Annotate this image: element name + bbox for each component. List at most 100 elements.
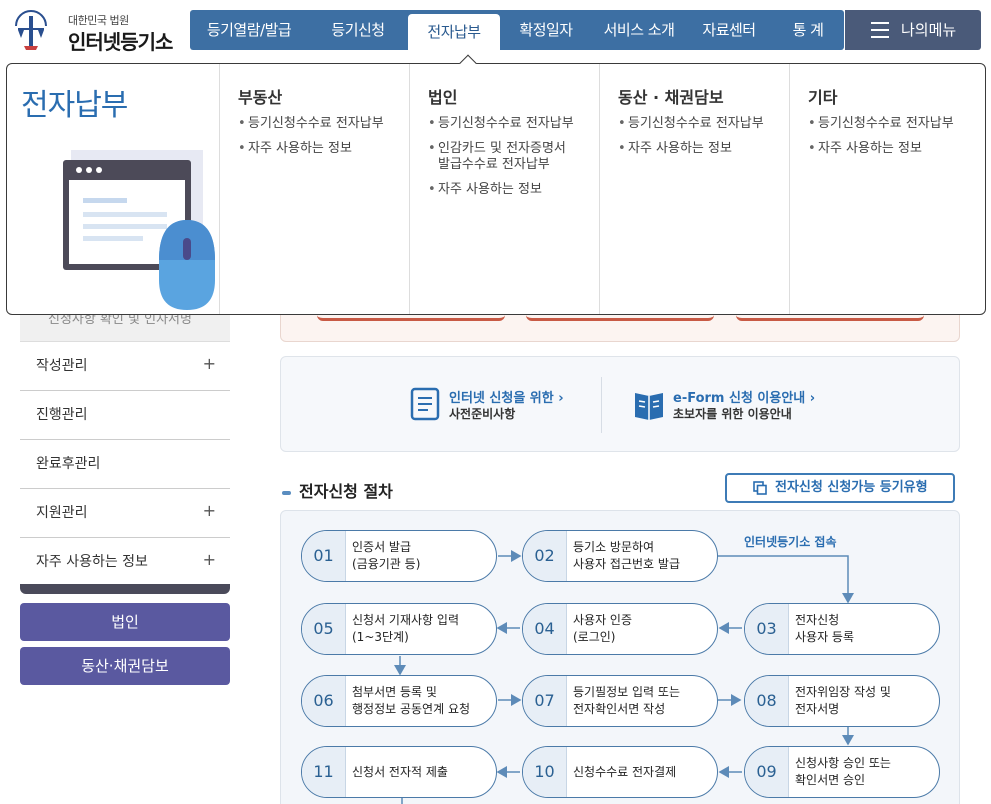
mega-col-heading: 부동산 [238, 88, 283, 107]
section-title: 전자신청 절차 [282, 478, 393, 502]
sidebar-item-label: 진행관리 [36, 407, 88, 423]
step-number: 05 [302, 604, 346, 654]
tab-button-underline[interactable] [526, 315, 714, 321]
registry-types-button[interactable]: 전자신청 신청가능 등기유형 [725, 473, 955, 503]
step-number: 04 [523, 604, 567, 654]
mega-col-movable-collateral: 동산 · 채권담보 등기신청수수료 전자납부 자주 사용하는 정보 [599, 64, 789, 314]
step-text: 사용자 인증 (로그인) [573, 613, 633, 644]
process-note: 인터넷등기소 접속 [744, 535, 837, 549]
plus-icon: + [202, 354, 216, 373]
browser-mouse-illustration [63, 150, 215, 310]
sidebar-item-label: 완료후관리 [36, 456, 101, 472]
mega-link[interactable]: 자주 사용하는 정보 [238, 141, 384, 157]
plus-icon: + [202, 550, 216, 569]
step-number: 10 [523, 747, 567, 797]
header: 대한민국 법원 인터넷등기소 등기열람/발급 등기신청 전자납부 확정일자 서비… [0, 0, 991, 60]
court-emblem-icon [15, 10, 47, 50]
hamburger-icon [871, 22, 889, 38]
process-step-01: 01 인증서 발급 (금융기관 등) [301, 530, 497, 582]
mega-link[interactable]: 등기신청수수료 전자납부 [428, 116, 574, 132]
step-number: 08 [745, 676, 789, 726]
mega-col-heading: 기타 [808, 88, 838, 107]
my-menu-label: 나의메뉴 [901, 21, 957, 39]
sidebar-section-footer [20, 584, 230, 594]
section-title-text: 전자신청 절차 [299, 482, 393, 501]
gnb-item-registry-apply[interactable]: 등기신청 [308, 10, 408, 50]
tab-button-underline[interactable] [317, 315, 505, 321]
global-nav: 등기열람/발급 등기신청 전자납부 확정일자 서비스 소개 자료센터 통 계 [190, 10, 844, 50]
step-number: 07 [523, 676, 567, 726]
prep-guide-title: 인터넷 신청을 위한 › [449, 391, 564, 406]
mega-menu: 전자납부 부동산 등기신청수수료 전자납부 자주 사용하는 정보 법인 [6, 54, 986, 315]
step-text: 인증서 발급 (금융기관 등) [352, 540, 421, 571]
process-step-08: 08 전자위임장 작성 및 전자서명 [744, 675, 940, 727]
sidebar-item-label: 자주 사용하는 정보 [36, 554, 148, 570]
step-text: 전자위임장 작성 및 전자서명 [795, 685, 891, 716]
mega-col-corporation: 법인 등기신청수수료 전자납부 인감카드 및 전자증명서 발급수수료 전자납부 … [409, 64, 599, 314]
mega-link[interactable]: 인감카드 및 전자증명서 발급수수료 전자납부 [428, 141, 574, 173]
gnb-item-confirmed-date[interactable]: 확정일자 [500, 10, 592, 50]
step-number: 03 [745, 604, 789, 654]
prep-guide-link[interactable]: 인터넷 신청을 위한 › 사전준비사항 [409, 385, 589, 425]
process-step-06: 06 첨부서면 등록 및 행정정보 공동연계 요청 [301, 675, 497, 727]
site-logo[interactable]: 대한민국 법원 인터넷등기소 [8, 4, 183, 56]
gnb-item-registry-view[interactable]: 등기열람/발급 [190, 10, 308, 50]
sidebar-item-after-completion[interactable]: 완료후관리 [20, 440, 230, 489]
sidebar-item-writing[interactable]: 작성관리 + [20, 342, 230, 391]
sidebar-button-corporation[interactable]: 법인 [20, 603, 230, 641]
copy-icon [753, 481, 767, 495]
mega-link[interactable]: 등기신청수수료 전자납부 [808, 116, 954, 132]
step-text: 신청서 전자적 제출 [352, 765, 448, 779]
process-step-11: 11 신청서 전자적 제출 [301, 746, 497, 798]
gnb-item-service-intro[interactable]: 서비스 소개 [592, 10, 686, 50]
sidebar-item-progress[interactable]: 진행관리 [20, 391, 230, 440]
sidebar-item-frequent-info[interactable]: 자주 사용하는 정보 + [20, 538, 230, 587]
divider [601, 377, 602, 433]
mega-link[interactable]: 자주 사용하는 정보 [808, 141, 954, 157]
mega-link[interactable]: 자주 사용하는 정보 [428, 182, 574, 198]
plus-icon: + [202, 501, 216, 520]
eform-guide-link[interactable]: e-Form 신청 이용안내 › 초보자를 위한 이용안내 [633, 385, 843, 425]
document-icon [410, 387, 440, 421]
mega-link[interactable]: 등기신청수수료 전자납부 [618, 116, 764, 132]
step-text: 전자신청 사용자 등록 [795, 613, 855, 644]
gnb-item-statistics[interactable]: 통 계 [772, 10, 844, 50]
process-step-03: 03 전자신청 사용자 등록 [744, 603, 940, 655]
mega-link[interactable]: 자주 사용하는 정보 [618, 141, 764, 157]
sidebar-item-label: 작성관리 [36, 358, 88, 374]
gnb-item-e-payment[interactable]: 전자납부 [408, 14, 500, 50]
sidebar-item-label: 지원관리 [36, 505, 88, 521]
step-number: 02 [523, 531, 567, 581]
mega-col-heading: 동산 · 채권담보 [618, 88, 724, 107]
registry-types-label: 전자신청 신청가능 등기유형 [775, 480, 928, 495]
gnb-item-resource-center[interactable]: 자료센터 [686, 10, 772, 50]
sidebar-button-movable-collateral[interactable]: 동산·채권담보 [20, 647, 230, 685]
eform-guide-subtitle: 초보자를 위한 이용안내 [673, 407, 792, 421]
step-text: 신청서 기재사항 입력 (1~3단계) [352, 613, 459, 644]
process-step-02: 02 등기소 방문하여 사용자 접근번호 발급 [522, 530, 718, 582]
tab-button-underline[interactable] [736, 315, 924, 321]
process-step-04: 04 사용자 인증 (로그인) [522, 603, 718, 655]
mega-link[interactable]: 등기신청수수료 전자납부 [238, 116, 384, 132]
page: 대한민국 법원 인터넷등기소 등기열람/발급 등기신청 전자납부 확정일자 서비… [0, 0, 991, 804]
process-step-09: 09 신청사항 승인 또는 확인서면 승인 [744, 746, 940, 798]
my-menu-button[interactable]: 나의메뉴 [845, 10, 981, 50]
bullet-icon [282, 490, 291, 495]
sidebar-item-support[interactable]: 지원관리 + [20, 489, 230, 538]
mega-col-real-estate: 부동산 등기신청수수료 전자납부 자주 사용하는 정보 [219, 64, 409, 314]
prep-guide-subtitle: 사전준비사항 [449, 407, 516, 421]
info-links-box: 인터넷 신청을 위한 › 사전준비사항 e-Form 신청 이용안내 › 초보자… [280, 356, 960, 452]
step-number: 09 [745, 747, 789, 797]
step-number: 06 [302, 676, 346, 726]
process-step-05: 05 신청서 기재사항 입력 (1~3단계) [301, 603, 497, 655]
eform-guide-title: e-Form 신청 이용안내 › [673, 391, 816, 406]
step-number: 01 [302, 531, 346, 581]
step-number: 11 [302, 747, 346, 797]
mega-menu-title: 전자납부 [21, 88, 128, 123]
step-text: 등기필정보 입력 또는 전자확인서면 작성 [573, 685, 680, 716]
step-text: 신청수수료 전자결제 [573, 765, 677, 779]
mega-col-heading: 법인 [428, 88, 458, 107]
book-icon [635, 393, 663, 420]
process-step-10: 10 신청수수료 전자결제 [522, 746, 718, 798]
step-text: 신청사항 승인 또는 확인서면 승인 [795, 756, 891, 787]
